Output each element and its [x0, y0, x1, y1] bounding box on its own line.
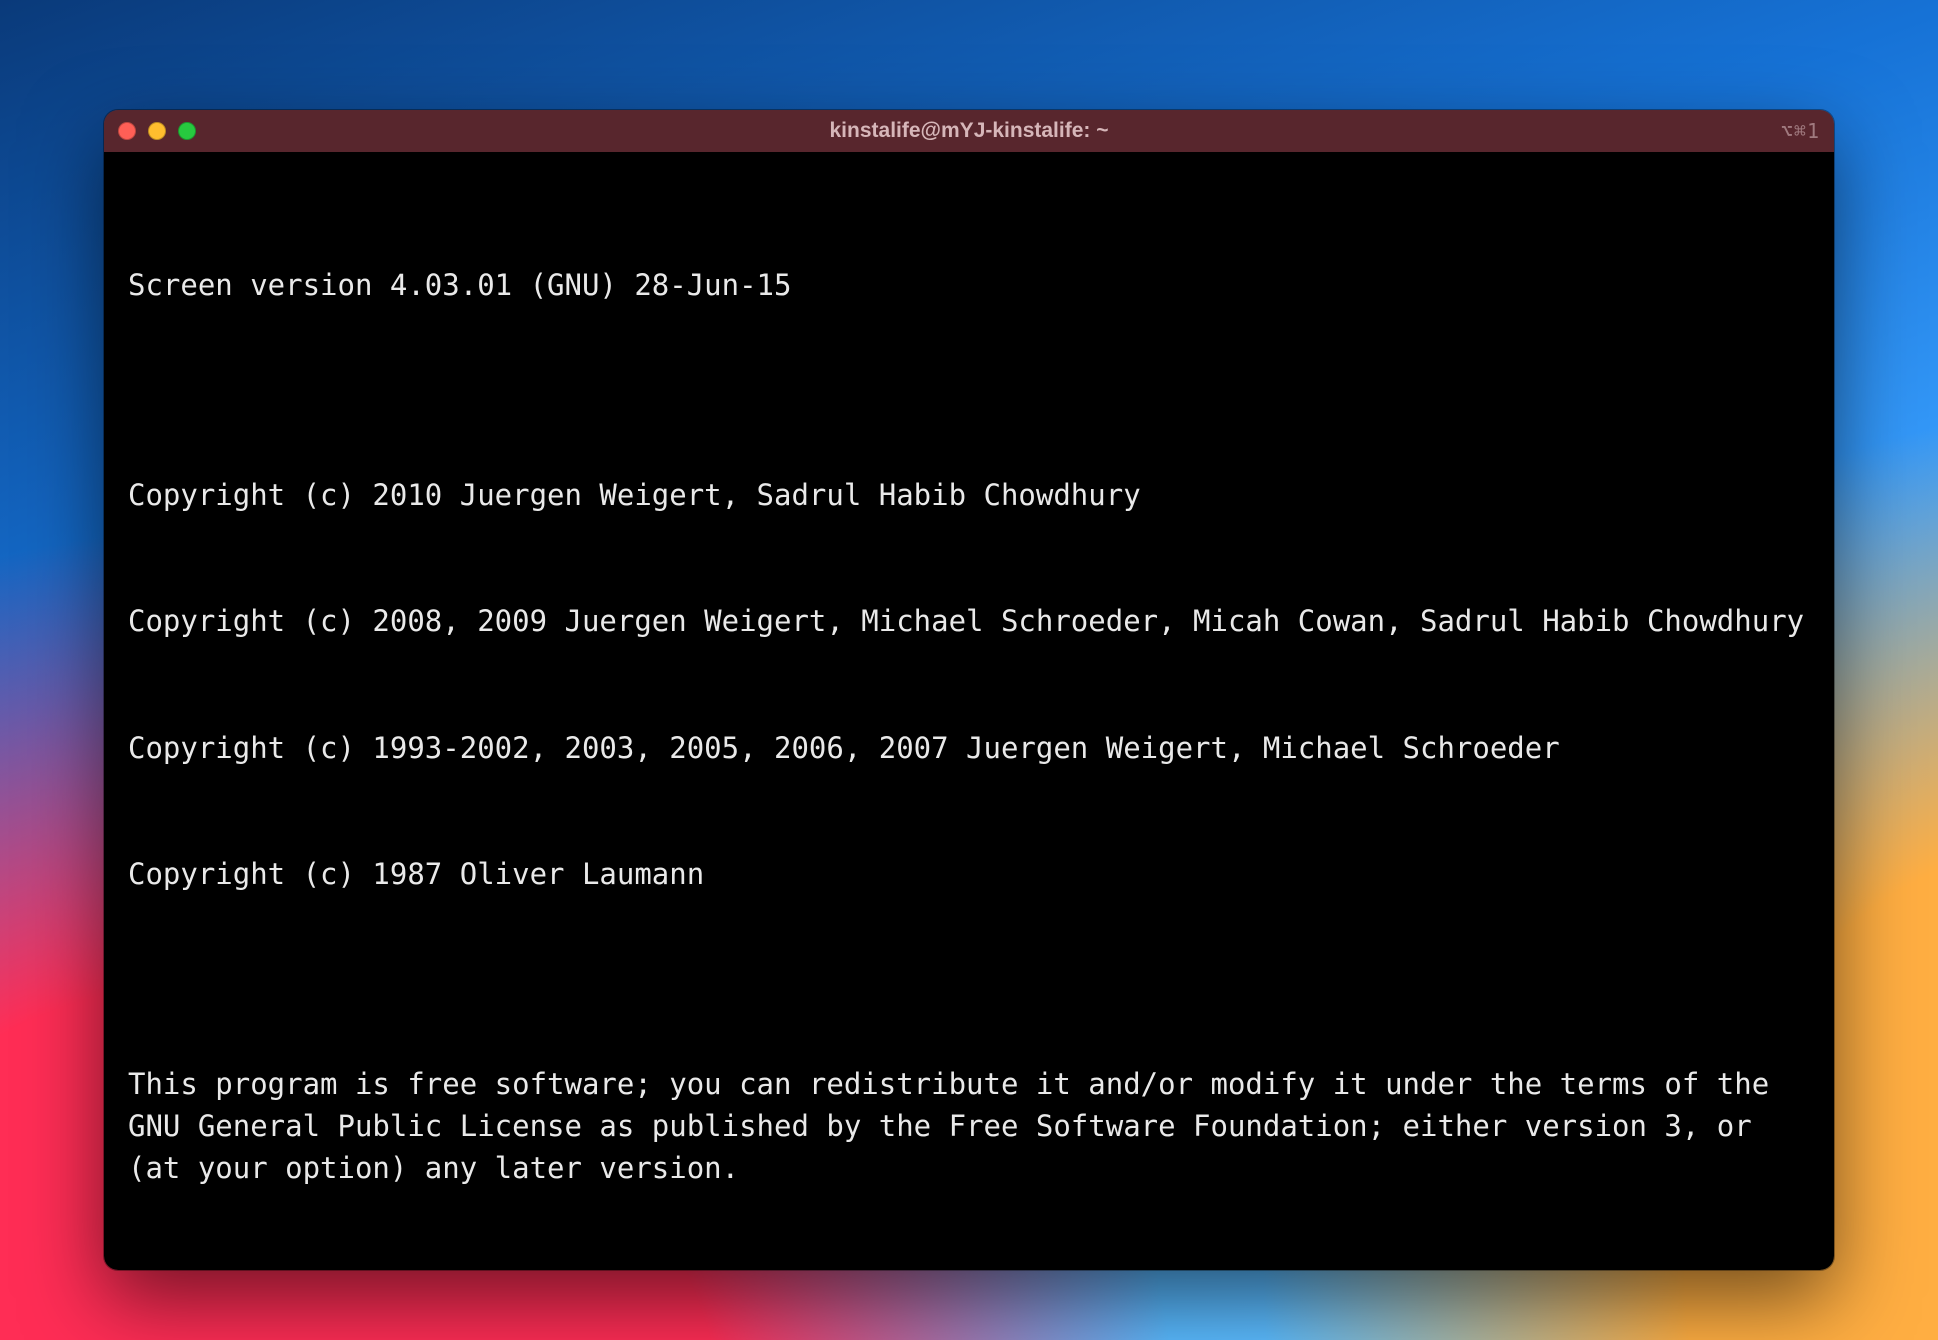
zoom-button[interactable] — [178, 122, 196, 140]
window-title: kinstalife@mYJ-kinstalife: ~ — [104, 119, 1834, 143]
close-button[interactable] — [118, 122, 136, 140]
terminal-line: This program is free software; you can r… — [128, 1063, 1810, 1189]
terminal-window: kinstalife@mYJ-kinstalife: ~ ⌥⌘1 Screen … — [104, 110, 1834, 1270]
traffic-lights — [118, 122, 196, 140]
terminal-line: Copyright (c) 1987 Oliver Laumann — [128, 853, 1810, 895]
terminal-content[interactable]: Screen version 4.03.01 (GNU) 28-Jun-15 C… — [104, 152, 1834, 1270]
window-shortcut-indicator: ⌥⌘1 — [1781, 119, 1820, 143]
minimize-button[interactable] — [148, 122, 166, 140]
terminal-line: Copyright (c) 2010 Juergen Weigert, Sadr… — [128, 474, 1810, 516]
terminal-line: Copyright (c) 1993-2002, 2003, 2005, 200… — [128, 727, 1810, 769]
terminal-line: Screen version 4.03.01 (GNU) 28-Jun-15 — [128, 264, 1810, 306]
window-titlebar[interactable]: kinstalife@mYJ-kinstalife: ~ ⌥⌘1 — [104, 110, 1834, 152]
terminal-line: Copyright (c) 2008, 2009 Juergen Weigert… — [128, 600, 1810, 642]
